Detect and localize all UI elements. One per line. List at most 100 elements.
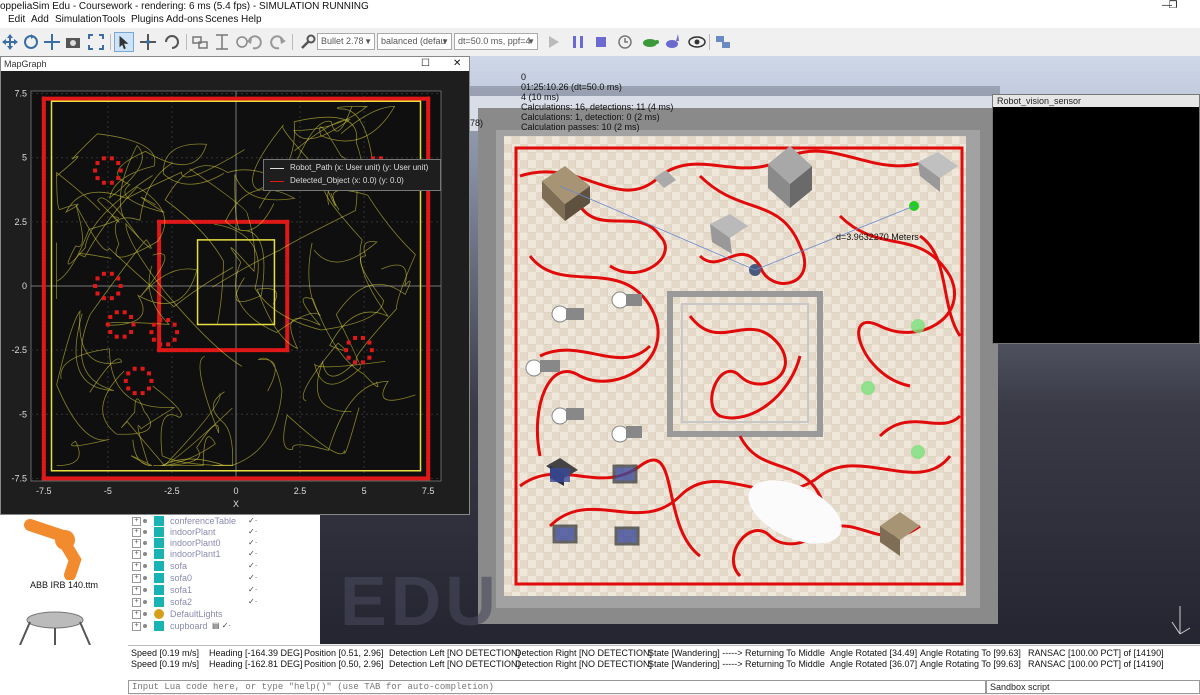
detected-obstacle-point [132,391,137,396]
detected-wall-point [265,219,270,224]
detected-wall-point [180,219,185,224]
legend-path-swatch [270,168,284,169]
physics-engine-select[interactable]: Bullet 2.78 ▼ [317,33,375,50]
fit-to-view-icon[interactable] [86,32,106,52]
expand-icon[interactable]: + [132,550,141,559]
model-label[interactable]: ABB IRB 140.ttm [30,580,98,590]
detected-wall-point [215,219,220,224]
menu-help[interactable]: Help [241,14,262,25]
click-select-icon[interactable] [114,32,134,52]
restore-button[interactable]: ❐ [1166,0,1180,13]
shape-icon [154,538,164,548]
x-tick-label: 2.5 [294,486,307,496]
expand-icon[interactable]: + [132,598,141,607]
scene-layers-icon[interactable] [713,32,733,52]
shape-icon [154,561,164,571]
detected-obstacle-point [129,330,134,335]
shape-icon [154,549,164,559]
detected-obstacle-point [93,168,98,173]
detected-obstacle-point [344,348,349,353]
x-tick-label: 7.5 [422,486,435,496]
slow-down-turtle-icon[interactable] [640,32,660,52]
undo-icon[interactable] [244,32,264,52]
menu-tools[interactable]: Tools [102,14,125,25]
robot-arm-thumbnail[interactable] [20,515,110,580]
detected-wall-point [258,348,263,353]
expand-icon[interactable]: + [132,517,141,526]
realtime-clock-icon[interactable] [615,32,635,52]
detected-obstacle-point [108,330,113,335]
scene-hierarchy[interactable]: + conferenceTable ✓· + indoorPlant ✓· + indoo… [128,515,320,645]
detected-wall-point [180,348,185,353]
expand-icon[interactable]: + [132,586,141,595]
detected-wall-point [207,219,212,224]
expand-icon[interactable]: + [132,528,141,537]
detected-obstacle-point [95,160,100,165]
expand-icon[interactable]: + [132,622,141,631]
stop-simulation-icon[interactable] [591,32,611,52]
menu-plugins[interactable]: Plugins [131,14,164,25]
mapgraph-window[interactable]: MapGraph ☐ ✕ -7.5 -5 -2.5 0 2.5 5 7.5 7.5 5 2.5 0-… [0,56,470,515]
detected-obstacle-point [158,317,163,322]
detected-obstacle-point [175,330,180,335]
detected-wall-point [195,219,200,224]
expand-icon[interactable]: + [132,574,141,583]
detected-wall-point [195,348,200,353]
menu-scenes[interactable]: Scenes [205,14,238,25]
camera-pan-icon[interactable] [0,32,20,52]
detected-obstacle-point [353,335,358,340]
shape-icon [154,527,164,537]
toolbar-separator [292,34,293,50]
map-plot[interactable]: -7.5 -5 -2.5 0 2.5 5 7.5 7.5 5 2.5 0 -2.5 -5 -7.5 X Ro… [1,71,469,514]
detected-obstacle-point [101,296,106,301]
menu-simulation[interactable]: Simulation [55,14,102,25]
start-simulation-icon[interactable] [543,32,563,52]
speed-up-rabbit-icon[interactable] [663,32,683,52]
expand-icon[interactable]: + [132,562,141,571]
detected-obstacle-point [151,337,156,342]
detected-obstacle-point [126,386,131,391]
camera-shift-icon[interactable] [42,32,62,52]
detected-wall-point [192,348,197,353]
maximize-icon[interactable]: ☐ [421,57,430,71]
dynamics-wrench-icon[interactable] [298,32,318,52]
script-context-select[interactable]: Sandbox script [986,680,1200,694]
assemble-icon[interactable] [190,32,210,52]
detected-obstacle-point [158,342,163,347]
detected-wall-point [258,219,263,224]
model-browser[interactable]: ABB IRB 140.ttm [0,515,129,645]
mapgraph-title: MapGraph [4,59,47,69]
visualization-eye-icon[interactable] [687,32,707,52]
camera-icon[interactable] [63,32,83,52]
transfer-dna-icon[interactable] [212,32,232,52]
timestep-select[interactable]: dt=50.0 ms, ppf=4 ▼ [454,33,538,50]
detected-wall-point [285,297,290,302]
pause-simulation-icon[interactable] [568,32,588,52]
detected-obstacle-point [149,330,154,335]
detected-wall-point [157,227,162,232]
window-title: oppeliaSim Edu - Coursework - rendering:… [0,1,369,12]
chevron-down-icon: ▼ [527,37,535,46]
y-tick-label: -7.5 [11,473,27,483]
detected-obstacle-point [151,322,156,327]
menu-addons[interactable]: Add-ons [166,14,203,25]
bullet-icon [143,600,147,604]
detected-wall-point [285,332,290,337]
object-shift-icon[interactable] [138,32,158,52]
menu-edit[interactable]: Edit [8,14,25,25]
object-rotate-icon[interactable] [162,32,182,52]
vision-sensor-view[interactable]: Robot_vision_sensor [992,94,1200,344]
detected-obstacle-point [101,156,106,161]
detected-wall-point [207,348,212,353]
expand-icon[interactable]: + [132,610,141,619]
camera-rotate-icon[interactable] [21,32,41,52]
lua-command-input[interactable]: Input Lua code here, or type "help()" (u… [128,680,986,694]
accuracy-select[interactable]: balanced (defau ▼ [377,33,452,50]
redo-icon[interactable] [268,32,288,52]
expand-icon[interactable]: + [132,539,141,548]
close-icon[interactable]: ✕ [453,57,461,71]
detected-obstacle-point [360,335,365,340]
menu-add[interactable]: Add [31,14,49,25]
x-tick-label: 0 [233,486,238,496]
delta-robot-thumbnail[interactable] [10,610,100,645]
